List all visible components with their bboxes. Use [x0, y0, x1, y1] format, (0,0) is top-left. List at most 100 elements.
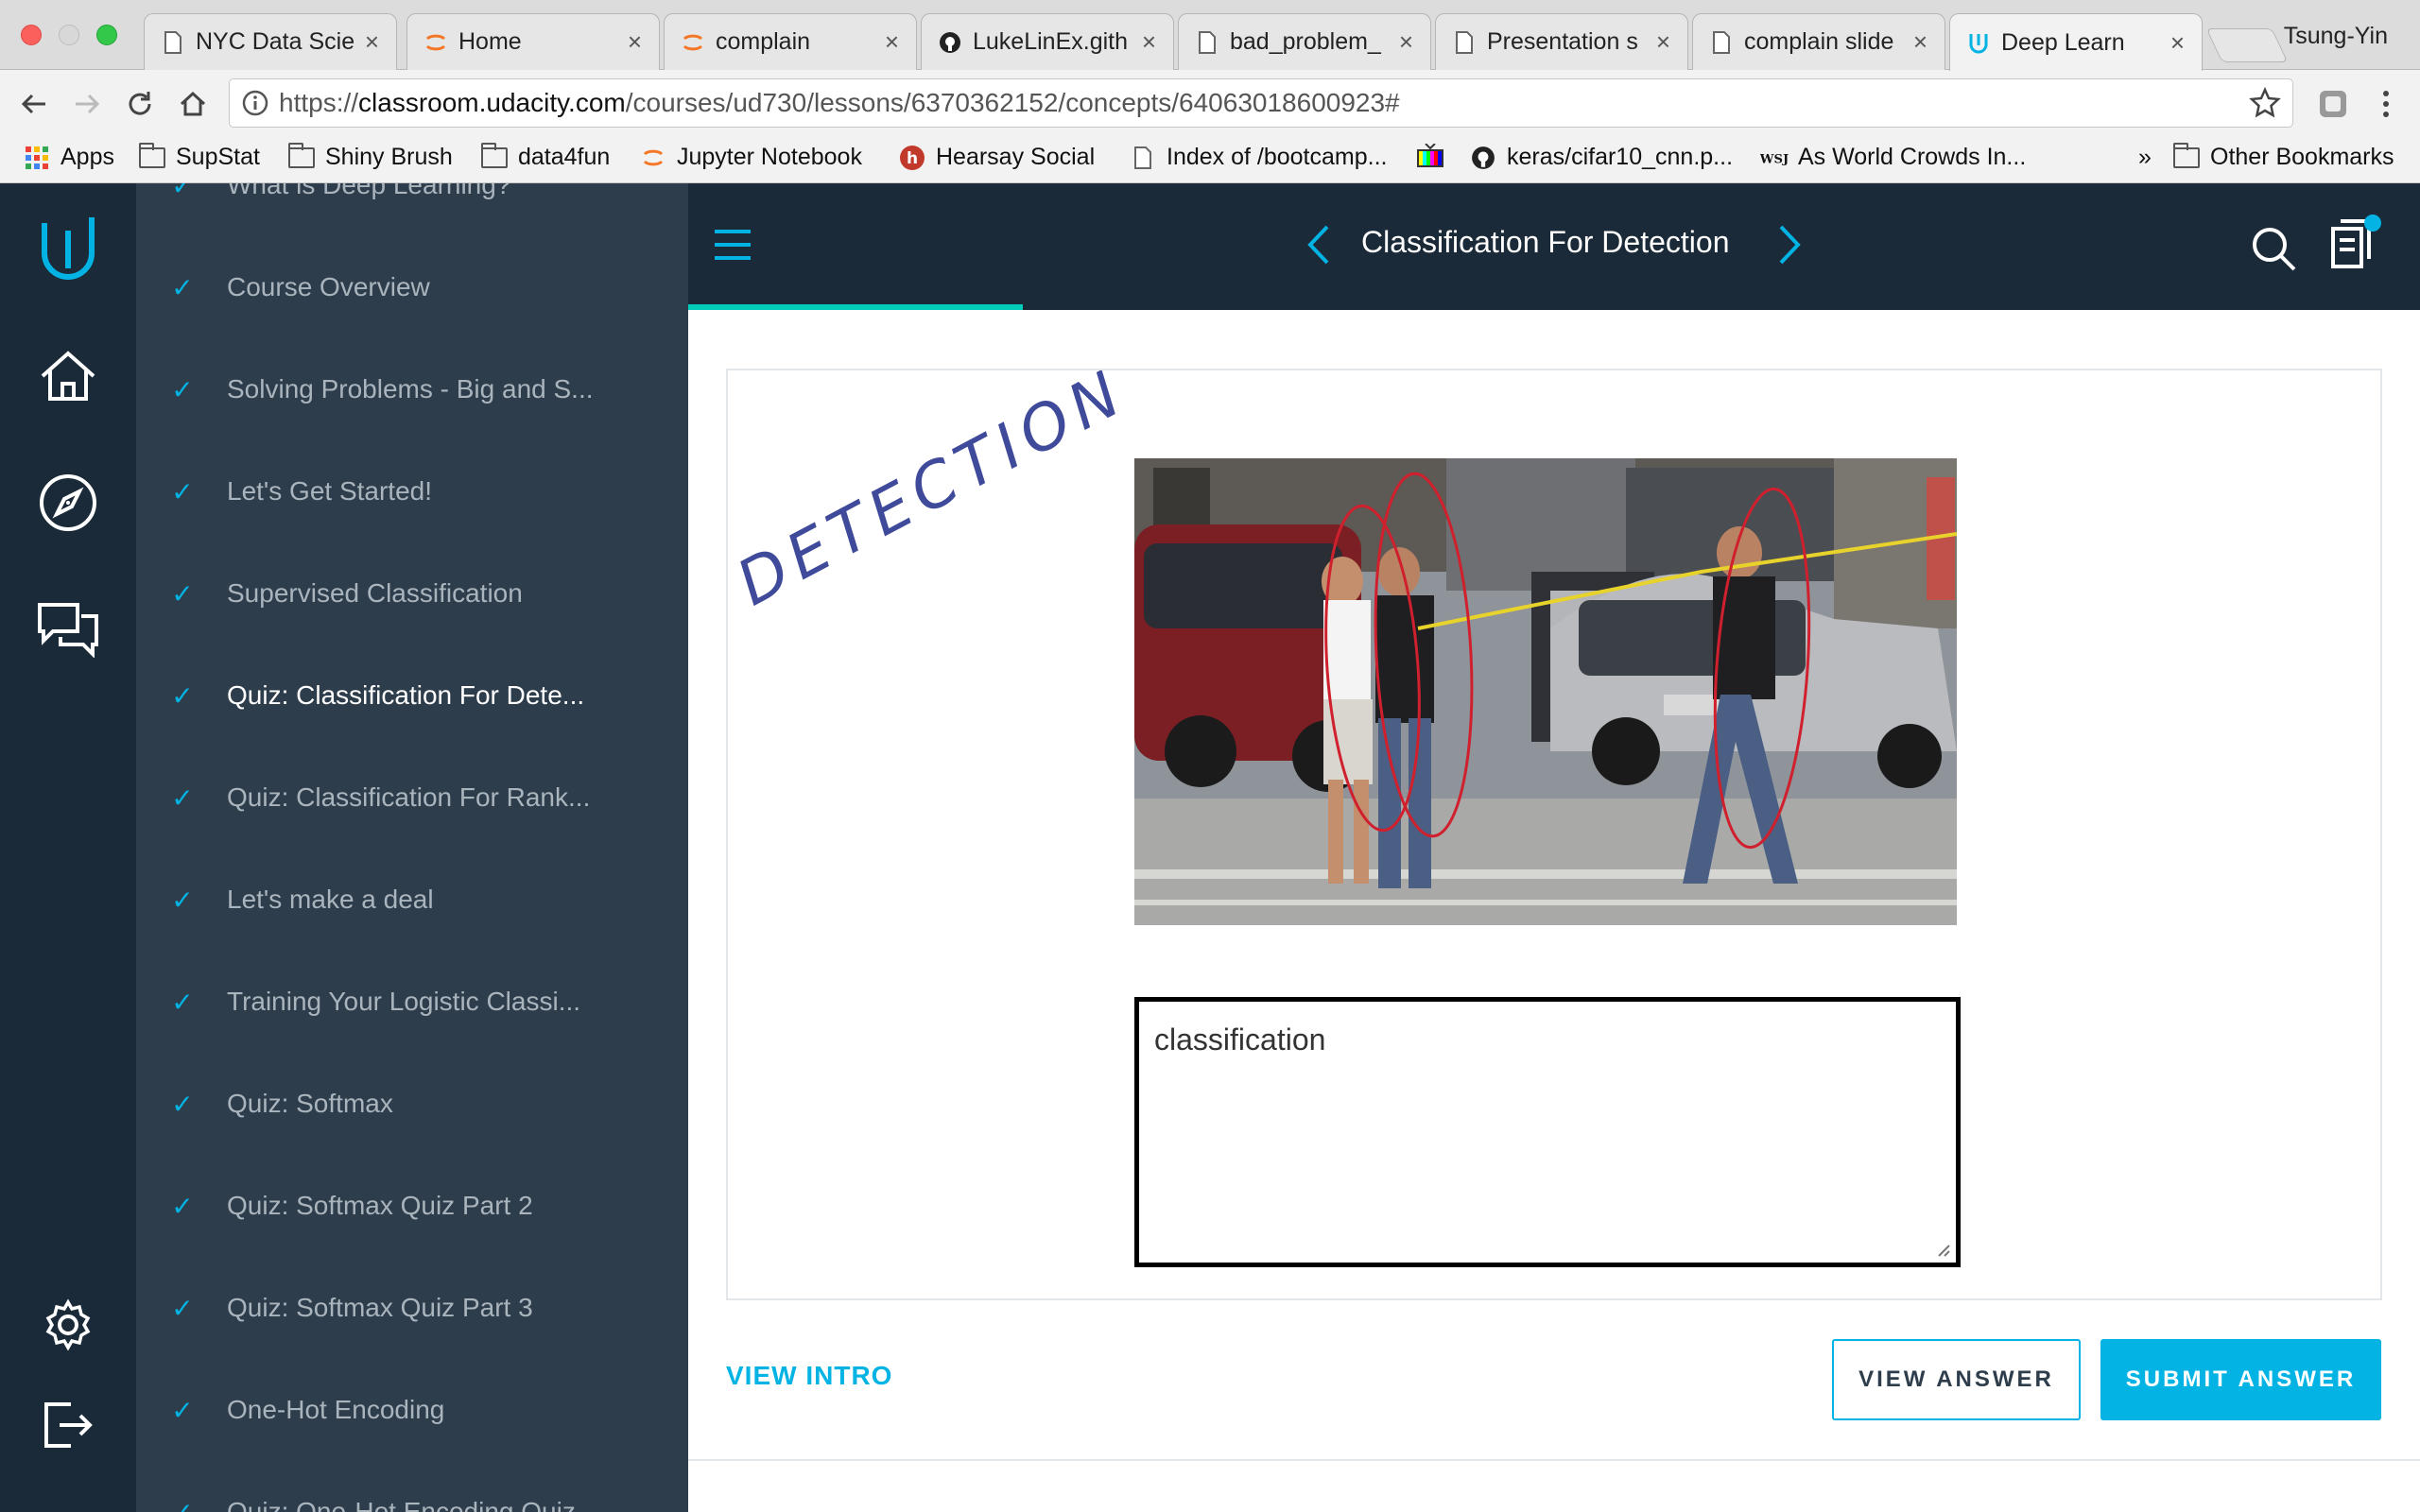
tab-close-icon[interactable]: × — [1656, 27, 1670, 57]
bookmark-wsj[interactable]: WSJ As World Crowds In... — [1760, 144, 2026, 171]
sidebar-item[interactable]: ✓ Solving Problems - Big and S... — [136, 361, 666, 418]
bookmark-index-bootcamp[interactable]: Index of /bootcamp... — [1129, 144, 1387, 171]
file-icon — [1196, 30, 1219, 54]
file-icon — [162, 30, 184, 54]
tab-title: bad_problem_ — [1230, 28, 1381, 55]
browser-tab[interactable]: Home × — [406, 13, 660, 70]
answer-textarea[interactable]: classification — [1134, 997, 1961, 1267]
wsj-icon: WSJ — [1760, 146, 1789, 170]
handwriting-text: DETECTION — [728, 370, 1138, 620]
check-icon: ✓ — [171, 1395, 194, 1425]
check-icon: ✓ — [171, 1497, 194, 1512]
bookmarks-overflow-button[interactable]: » — [2138, 144, 2152, 171]
bookmarks-bar: Apps SupStat Shiny Brush data4fun Jupyte… — [0, 136, 2420, 183]
sidebar-item[interactable]: ✓ Let's make a deal — [136, 871, 666, 928]
bookmark-data4fun[interactable]: data4fun — [480, 142, 611, 171]
extension-icon[interactable] — [2314, 85, 2352, 123]
other-bookmarks[interactable]: Other Bookmarks — [2172, 142, 2394, 171]
back-arrow-icon[interactable] — [15, 85, 53, 123]
url-scheme: https:// — [279, 88, 359, 117]
sidebar-item[interactable]: ✓ Training Your Logistic Classi... — [136, 973, 666, 1030]
bookmark-apps[interactable]: Apps — [23, 144, 114, 171]
sidebar-item[interactable]: ✓ Let's Get Started! — [136, 463, 666, 520]
url-host: classroom.udacity.com — [358, 88, 626, 117]
jupyter-icon — [682, 31, 704, 54]
close-window-button[interactable] — [21, 25, 42, 45]
info-icon[interactable] — [241, 89, 269, 124]
search-icon[interactable] — [2250, 225, 2297, 277]
sidebar-item[interactable]: ✓ Quiz: Classification For Rank... — [136, 769, 666, 826]
folder-icon — [480, 142, 509, 170]
sidebar-item[interactable]: ✓ Quiz: Softmax Quiz Part 2 — [136, 1177, 666, 1234]
bookmark-supstat[interactable]: SupStat — [138, 142, 260, 171]
tab-title: Deep Learn — [2001, 28, 2125, 56]
sidebar-item-label: Quiz: Classification For Dete... — [227, 680, 585, 710]
sidebar-item[interactable]: ✓ What is Deep Learning? — [136, 183, 666, 214]
bookmark-shiny-brush[interactable]: Shiny Brush — [287, 142, 453, 171]
bookmark-label: data4fun — [518, 144, 611, 170]
minimize-window-button[interactable] — [59, 25, 79, 45]
tab-close-icon[interactable]: × — [628, 27, 642, 57]
sidebar-item-label: Supervised Classification — [227, 578, 523, 608]
address-bar[interactable]: https://classroom.udacity.com/courses/ud… — [229, 78, 2293, 128]
tab-close-icon[interactable]: × — [885, 27, 899, 57]
tab-close-icon[interactable]: × — [1142, 27, 1156, 57]
previous-concept-icon[interactable] — [1305, 223, 1333, 271]
bookmark-hearsay[interactable]: h Hearsay Social — [898, 144, 1095, 171]
browser-tab[interactable]: complain × — [664, 13, 917, 70]
logout-icon[interactable] — [34, 1391, 102, 1459]
svg-text:h: h — [907, 149, 918, 168]
check-icon: ✓ — [171, 476, 194, 507]
github-icon — [939, 31, 961, 54]
browser-tab[interactable]: NYC Data Scie × — [144, 13, 397, 70]
udacity-logo-icon[interactable] — [34, 214, 102, 282]
browser-tab[interactable]: bad_problem_ × — [1178, 13, 1431, 70]
resize-handle-icon[interactable] — [1935, 1242, 1950, 1257]
bookmark-keras[interactable]: keras/cifar10_cnn.p... — [1469, 144, 1733, 171]
browser-tab[interactable]: LukeLinEx.gith × — [921, 13, 1174, 70]
profile-name[interactable]: Tsung-Yin — [2284, 23, 2388, 50]
browser-tab[interactable]: Presentation s × — [1435, 13, 1688, 70]
compass-icon[interactable] — [34, 469, 102, 537]
resources-clipboard-icon[interactable] — [2327, 212, 2384, 277]
bookmark-tv[interactable] — [1416, 144, 1454, 168]
submit-answer-button[interactable]: SUBMIT ANSWER — [2100, 1339, 2381, 1420]
menu-dots-icon[interactable] — [2367, 85, 2405, 123]
sidebar-item[interactable]: ✓ Course Overview — [136, 259, 666, 316]
tab-title: Home — [458, 28, 522, 55]
forward-arrow-icon[interactable] — [68, 85, 106, 123]
view-intro-link[interactable]: VIEW INTRO — [726, 1361, 892, 1391]
reload-icon[interactable] — [121, 85, 159, 123]
folder-icon — [138, 142, 166, 170]
home-icon[interactable] — [174, 85, 212, 123]
gear-icon[interactable] — [34, 1291, 102, 1359]
next-concept-icon[interactable] — [1775, 223, 1804, 271]
hamburger-menu-icon[interactable] — [713, 229, 752, 266]
zoom-window-button[interactable] — [96, 25, 117, 45]
tab-close-icon[interactable]: × — [2170, 28, 2185, 58]
udacity-icon — [1967, 31, 1990, 54]
apps-grid-icon — [23, 146, 51, 170]
github-icon — [1469, 146, 1497, 170]
bookmark-jupyter[interactable]: Jupyter Notebook — [639, 144, 862, 171]
sidebar-item[interactable]: ✓ Quiz: One-Hot Encoding Quiz — [136, 1484, 666, 1512]
star-bookmark-icon[interactable] — [2249, 86, 2281, 126]
sidebar-item[interactable]: ✓ Supervised Classification — [136, 565, 666, 622]
answer-text: classification — [1154, 1022, 1326, 1057]
sidebar-item[interactable]: ✓ Quiz: Softmax Quiz Part 3 — [136, 1280, 666, 1336]
sidebar-item[interactable]: ✓ One-Hot Encoding — [136, 1382, 666, 1438]
tab-close-icon[interactable]: × — [365, 27, 379, 57]
tab-close-icon[interactable]: × — [1399, 27, 1413, 57]
handwritten-annotation: DETECTION — [728, 370, 1138, 620]
chat-icon[interactable] — [34, 595, 102, 663]
sidebar-item[interactable]: ✓ Quiz: Softmax — [136, 1075, 666, 1132]
new-tab-button[interactable] — [2205, 28, 2289, 62]
divider — [688, 1459, 2420, 1461]
browser-tab-active[interactable]: Deep Learn × — [1949, 13, 2203, 71]
home-icon[interactable] — [34, 342, 102, 410]
file-icon — [1710, 30, 1733, 54]
sidebar-item-current[interactable]: ✓ Quiz: Classification For Dete... — [136, 667, 666, 724]
view-answer-button[interactable]: VIEW ANSWER — [1832, 1339, 2081, 1420]
tab-close-icon[interactable]: × — [1913, 27, 1927, 57]
browser-tab[interactable]: complain slide × — [1692, 13, 1945, 70]
